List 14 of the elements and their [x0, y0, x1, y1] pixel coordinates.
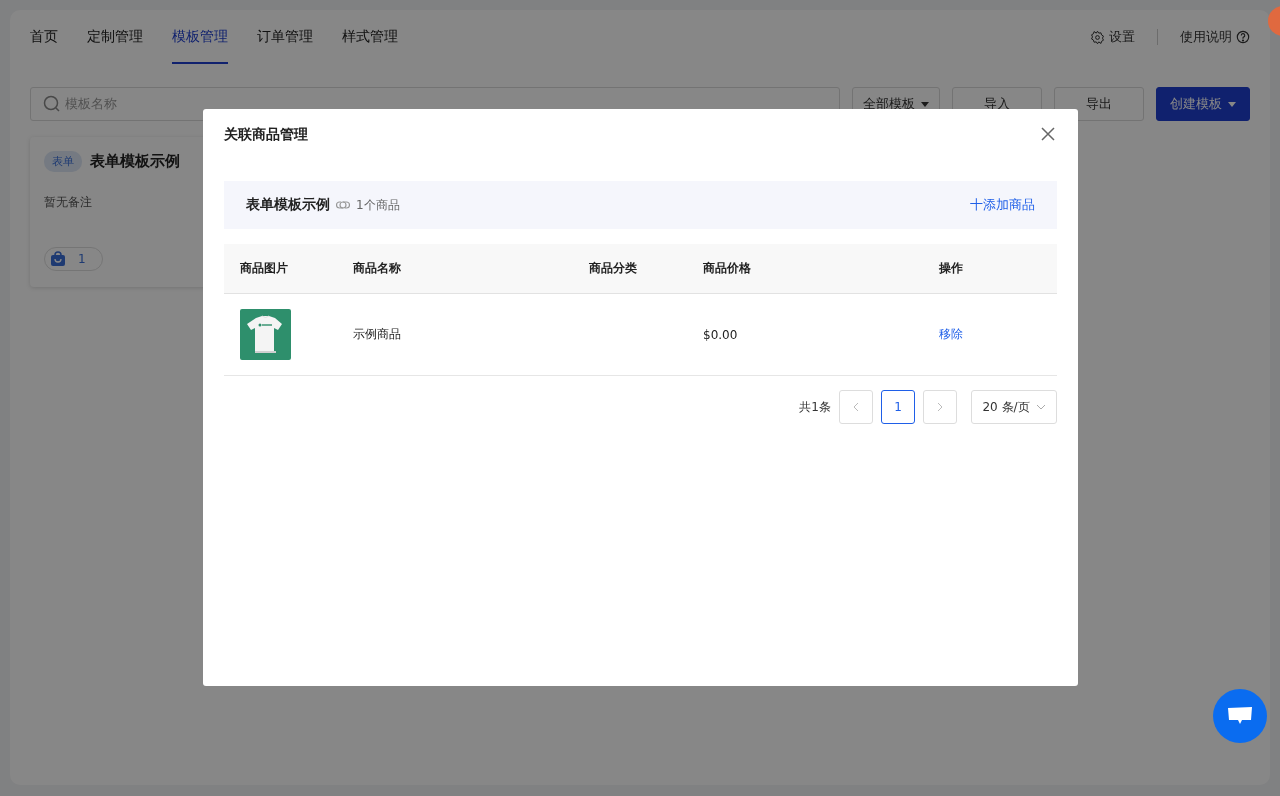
modal-title: 关联商品管理 [224, 126, 308, 144]
column-header: 商品价格 [702, 260, 752, 277]
table-cell-text: 示例商品 [352, 326, 402, 343]
column-header: 商品分类 [588, 260, 638, 277]
column-header: 操作 [938, 260, 964, 277]
type-tag: 表单 [44, 151, 82, 172]
column-header: 商品名称 [352, 260, 402, 277]
card-note: 暂无备注 [44, 194, 92, 211]
table-cell-text: $0.00 [702, 327, 739, 342]
column-header: 商品图片 [239, 260, 289, 277]
linked-count: 1个商品 [356, 196, 400, 214]
card-title: 表单模板示例 [90, 152, 180, 171]
total-count: 共1条 [799, 398, 831, 416]
template-name: 表单模板示例 [246, 196, 330, 214]
